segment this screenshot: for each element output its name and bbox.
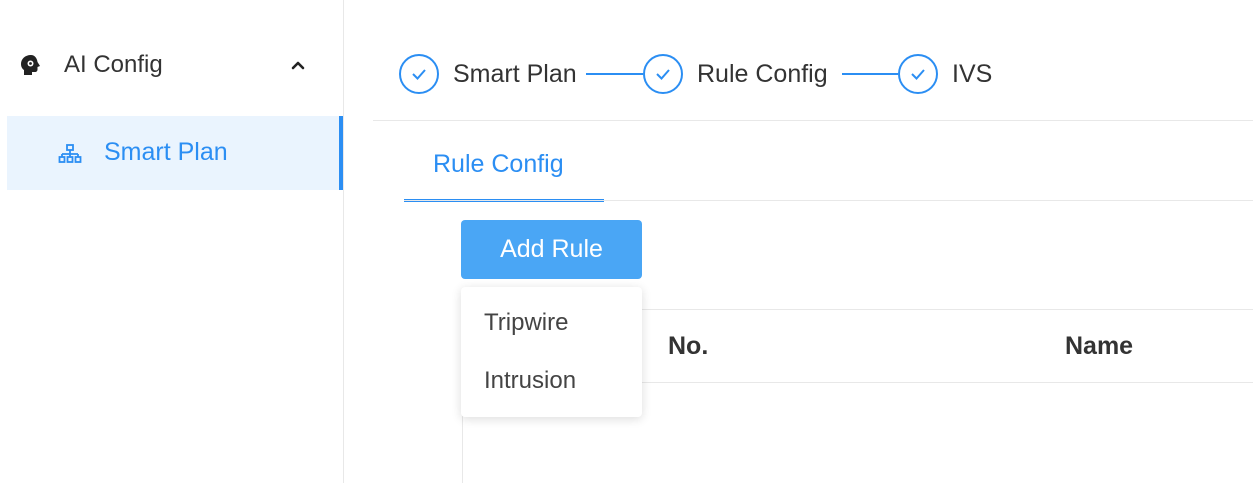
- tab-divider: [404, 200, 1253, 201]
- ai-head-icon: [20, 54, 42, 76]
- step-ivs: IVS: [898, 52, 992, 96]
- add-rule-button[interactable]: Add Rule: [461, 220, 642, 279]
- step-label: IVS: [952, 59, 993, 88]
- add-rule-menu: Tripwire Intrusion: [461, 287, 642, 417]
- column-header-name[interactable]: Name: [1065, 332, 1133, 361]
- check-circle-icon: [399, 54, 439, 94]
- sidebar: AI Config Smart Plan: [0, 0, 343, 483]
- check-circle-icon: [643, 54, 683, 94]
- menu-item-tripwire[interactable]: Tripwire: [484, 309, 568, 337]
- chevron-up-icon[interactable]: [288, 56, 308, 76]
- step-label: Rule Config: [697, 59, 828, 88]
- step-connector: [842, 73, 898, 75]
- step-smart-plan: Smart Plan: [399, 52, 577, 96]
- sidebar-group-label: AI Config: [64, 51, 163, 78]
- divider: [373, 120, 1253, 121]
- check-circle-icon: [898, 54, 938, 94]
- sidebar-group-ai-config[interactable]: AI Config: [0, 40, 343, 92]
- org-chart-icon: [58, 143, 82, 167]
- sidebar-item-label: Smart Plan: [104, 138, 228, 166]
- column-header-no[interactable]: No.: [668, 332, 708, 361]
- step-label: Smart Plan: [453, 59, 577, 88]
- tab-rule-config[interactable]: Rule Config: [404, 140, 604, 202]
- step-rule-config: Rule Config: [643, 52, 828, 96]
- tab-label: Rule Config: [433, 150, 564, 178]
- step-connector: [586, 73, 643, 75]
- sidebar-divider: [343, 0, 344, 483]
- sidebar-item-smart-plan[interactable]: Smart Plan: [7, 116, 343, 190]
- menu-item-intrusion[interactable]: Intrusion: [484, 367, 576, 395]
